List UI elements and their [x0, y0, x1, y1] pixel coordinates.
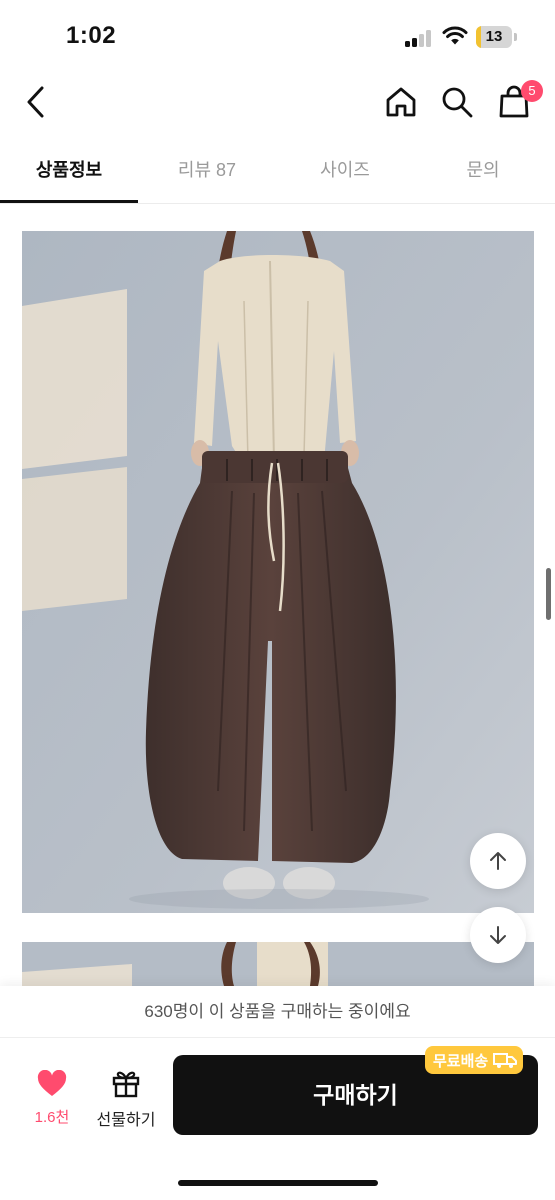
tab-size[interactable]: 사이즈 [276, 140, 414, 203]
search-icon [442, 87, 473, 118]
status-time: 1:02 [66, 22, 117, 49]
tab-product-info[interactable]: 상품정보 [0, 140, 138, 203]
scroll-to-bottom-button[interactable] [470, 907, 526, 963]
home-indicator [178, 1180, 378, 1186]
product-tabs: 상품정보 리뷰 87 사이즈 문의 [0, 140, 555, 204]
cellular-signal-icon [405, 29, 435, 47]
arrow-up-icon [490, 852, 506, 870]
tab-reviews[interactable]: 리뷰 87 [138, 140, 276, 203]
product-image-2 [22, 942, 534, 986]
truck-icon [493, 1053, 518, 1068]
battery-icon: 13 [476, 26, 518, 48]
product-image [22, 231, 534, 913]
status-bar: 1:02 13 [0, 0, 555, 70]
scroll-to-top-button[interactable] [470, 833, 526, 889]
search-button[interactable] [437, 82, 477, 122]
gift-button[interactable]: 선물하기 [90, 1068, 162, 1132]
top-navigation [0, 70, 555, 134]
cart-count-badge: 5 [521, 80, 543, 102]
home-button[interactable] [381, 82, 421, 122]
bottom-action-bar: 630명이 이 상품을 구매하는 중이에요 1.6천 선물하기 구매하기 [0, 986, 555, 1200]
buying-now-banner: 630명이 이 상품을 구매하는 중이에요 [0, 986, 555, 1038]
tab-inquiry[interactable]: 문의 [414, 140, 552, 203]
free-shipping-badge: 무료배송 [425, 1046, 524, 1074]
arrow-down-icon [490, 926, 506, 944]
heart-icon [37, 1070, 67, 1096]
gift-icon [112, 1071, 140, 1098]
like-count: 1.6천 [34, 1109, 70, 1126]
scrollbar[interactable] [546, 568, 551, 620]
wifi-icon [442, 26, 468, 45]
active-tab-indicator [0, 200, 138, 203]
home-icon [386, 87, 416, 117]
chevron-left-icon [27, 86, 44, 118]
battery-level: 13 [485, 28, 503, 45]
gift-label: 선물하기 [96, 1112, 156, 1129]
free-shipping-label: 무료배송 [433, 1052, 489, 1070]
back-button[interactable] [18, 82, 54, 122]
like-button[interactable]: 1.6천 [22, 1070, 82, 1134]
